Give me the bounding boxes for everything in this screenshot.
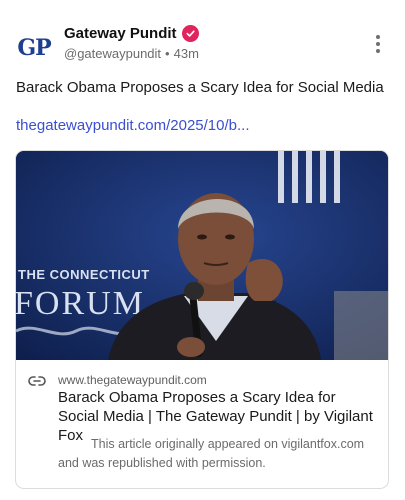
post-card: GP Gateway Pundit @gatewaypundit • 43m B… [0,0,405,500]
author-meta: @gatewaypundit • 43m [64,46,199,61]
link-preview-card[interactable]: THE CONNECTICUT FORUM www.thegatewaypund… [15,150,389,489]
link-preview-body: www.thegatewaypundit.com Barack Obama Pr… [16,360,388,488]
sign-line1: THE CONNECTICUT [18,267,150,282]
sign-line2: FORUM [16,285,145,322]
post-timestamp[interactable]: 43m [174,46,199,61]
author-display-name[interactable]: Gateway Pundit [64,25,177,42]
author-avatar[interactable]: GP [14,28,54,68]
avatar-logo-text: GP [17,35,51,61]
link-icon [28,374,46,386]
preview-photo: THE CONNECTICUT FORUM [16,151,388,360]
link-preview-image[interactable]: THE CONNECTICUT FORUM [16,151,388,360]
author-handle[interactable]: @gatewaypundit [64,46,161,61]
more-options-button[interactable] [368,33,388,55]
link-description: This article originally appeared on vigi… [58,437,365,470]
author-name-row: Gateway Pundit [64,25,199,42]
more-vertical-icon [376,35,380,39]
link-domain: www.thegatewaypundit.com [58,373,207,387]
post-link[interactable]: thegatewaypundit.com/2025/10/b... [16,117,250,134]
verified-badge-icon [181,25,199,42]
meta-separator: • [165,46,170,61]
post-text: Barack Obama Proposes a Scary Idea for S… [16,79,384,96]
